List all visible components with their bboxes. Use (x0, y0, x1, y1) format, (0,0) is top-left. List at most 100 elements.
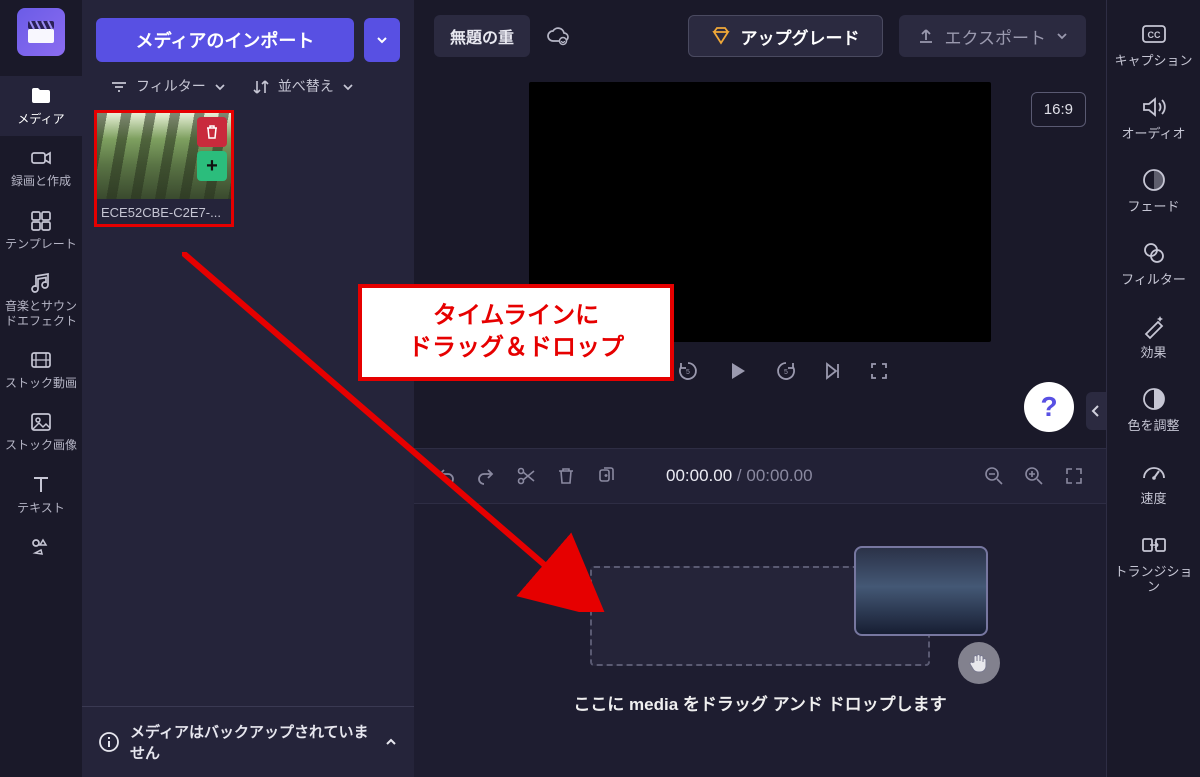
import-media-button[interactable]: メディアのインポート (96, 18, 354, 62)
nav-text[interactable]: テキスト (0, 465, 82, 525)
project-title[interactable]: 無題の重 (434, 15, 530, 57)
timeline-drop-zone[interactable] (590, 566, 930, 666)
delete-clip-button[interactable] (197, 117, 227, 147)
export-button[interactable]: エクスポート (899, 15, 1087, 57)
timecode-display: 00:00.00 / 00:00.00 (666, 466, 813, 486)
collapse-right-panel-button[interactable] (1086, 392, 1106, 430)
fit-icon (1064, 466, 1084, 486)
speed-icon (1140, 458, 1168, 486)
filter-icon (110, 78, 128, 96)
seek-end-button[interactable] (822, 360, 844, 382)
zoom-in-button[interactable] (1024, 466, 1044, 486)
chevron-up-icon (384, 735, 398, 749)
grab-cursor-icon (958, 642, 1000, 684)
media-thumbnail[interactable]: + (97, 113, 231, 199)
image-icon (29, 410, 53, 434)
diamond-icon (711, 26, 731, 46)
right-audio[interactable]: オーディオ (1107, 83, 1200, 154)
fullscreen-button[interactable] (868, 360, 890, 382)
right-item-label: オーディオ (1121, 127, 1185, 142)
nav-media[interactable]: メディア (0, 76, 82, 136)
nav-stock-video[interactable]: ストック動画 (0, 340, 82, 400)
backup-notice-banner[interactable]: メディアはバックアップされていません (82, 706, 414, 777)
trash-icon (204, 124, 220, 140)
right-fade[interactable]: フェード (1107, 156, 1200, 227)
right-filters[interactable]: フィルター (1107, 229, 1200, 300)
import-label: メディアのインポート (136, 27, 315, 53)
rewind-5s-button[interactable]: 5 (676, 359, 700, 383)
redo-button[interactable] (476, 466, 496, 486)
right-item-label: キャプション (1114, 54, 1192, 69)
music-icon (29, 271, 53, 295)
chevron-down-icon (214, 81, 226, 93)
right-item-label: トランジション (1111, 565, 1197, 595)
forward-5s-button[interactable]: 5 (774, 359, 798, 383)
annotation-line1: タイムラインに (433, 302, 599, 329)
media-panel: メディアのインポート フィルター 並べ替え + ECE52CBE-C2E7-..… (82, 0, 414, 777)
play-button[interactable] (724, 358, 750, 384)
clapper-icon (26, 17, 56, 47)
right-captions[interactable]: CC キャプション (1107, 10, 1200, 81)
svg-text:5: 5 (686, 369, 690, 376)
undo-button[interactable] (436, 466, 456, 486)
nav-record[interactable]: 録画と作成 (0, 138, 82, 198)
copy-icon (596, 466, 616, 486)
right-item-label: 速度 (1140, 492, 1166, 507)
right-item-label: 色を調整 (1127, 419, 1179, 434)
export-label: エクスポート (945, 24, 1047, 49)
rewind-icon: 5 (676, 359, 700, 383)
right-speed[interactable]: 速度 (1107, 448, 1200, 519)
nav-stock-image[interactable]: ストック画像 (0, 402, 82, 462)
zoom-out-button[interactable] (984, 466, 1004, 486)
undo-icon (436, 466, 456, 486)
upgrade-button[interactable]: アップグレード (688, 15, 883, 57)
timecode-total: 00:00.00 (746, 466, 812, 485)
drop-hint-text: ここに media をドラッグ アンド ドロップします (573, 690, 946, 715)
help-button[interactable]: ? (1024, 382, 1074, 432)
upgrade-label: アップグレード (741, 24, 860, 49)
nav-label: ストック画像 (5, 438, 77, 452)
filter-button[interactable]: フィルター (110, 78, 226, 96)
delete-button[interactable] (556, 466, 576, 486)
text-icon (29, 473, 53, 497)
timeline-area[interactable]: ここに media をドラッグ アンド ドロップします (414, 504, 1106, 777)
trash-icon (556, 466, 576, 486)
skip-end-icon (822, 360, 844, 382)
scissors-icon (516, 466, 536, 486)
import-dropdown-button[interactable] (364, 18, 400, 62)
nav-brand-kit[interactable] (0, 527, 82, 569)
folder-icon (29, 84, 53, 108)
media-clip-card[interactable]: + ECE52CBE-C2E7-... (94, 110, 234, 227)
duplicate-button[interactable] (596, 466, 616, 486)
sort-label: 並べ替え (278, 79, 334, 94)
cloud-sync-button[interactable] (546, 24, 570, 48)
right-effects[interactable]: 効果 (1107, 302, 1200, 373)
nav-label: テキスト (17, 501, 65, 515)
filters-icon (1140, 239, 1168, 267)
zoom-out-icon (984, 466, 1004, 486)
film-icon (29, 348, 53, 372)
right-transition[interactable]: トランジション (1107, 521, 1200, 607)
aspect-ratio-button[interactable]: 16:9 (1031, 92, 1086, 127)
timeline-toolbar: 00:00.00 / 00:00.00 (414, 448, 1106, 504)
nav-templates[interactable]: テンプレート (0, 201, 82, 261)
sort-icon (252, 78, 270, 96)
add-clip-button[interactable]: + (197, 151, 227, 181)
annotation-line2: ドラッグ＆ドロップ (408, 334, 624, 361)
cloud-icon (546, 24, 570, 48)
chevron-left-icon (1091, 404, 1101, 418)
backup-notice-text: メディアはバックアップされていません (130, 721, 374, 763)
zoom-fit-button[interactable] (1064, 466, 1084, 486)
nav-music[interactable]: 音楽とサウンドエフェクト (0, 263, 82, 338)
right-nav-rail: CC キャプション オーディオ フェード フィルター 効果 色を調整 速度 トラ… (1106, 0, 1200, 777)
redo-icon (476, 466, 496, 486)
left-nav-rail: メディア 録画と作成 テンプレート 音楽とサウンドエフェクト ストック動画 スト… (0, 0, 82, 777)
chevron-down-icon (342, 81, 354, 93)
app-logo[interactable] (17, 8, 65, 56)
split-button[interactable] (516, 466, 536, 486)
cc-icon: CC (1140, 20, 1168, 48)
sort-button[interactable]: 並べ替え (252, 78, 354, 96)
zoom-in-icon (1024, 466, 1044, 486)
nav-label: テンプレート (5, 237, 77, 251)
right-color-adjust[interactable]: 色を調整 (1107, 375, 1200, 446)
